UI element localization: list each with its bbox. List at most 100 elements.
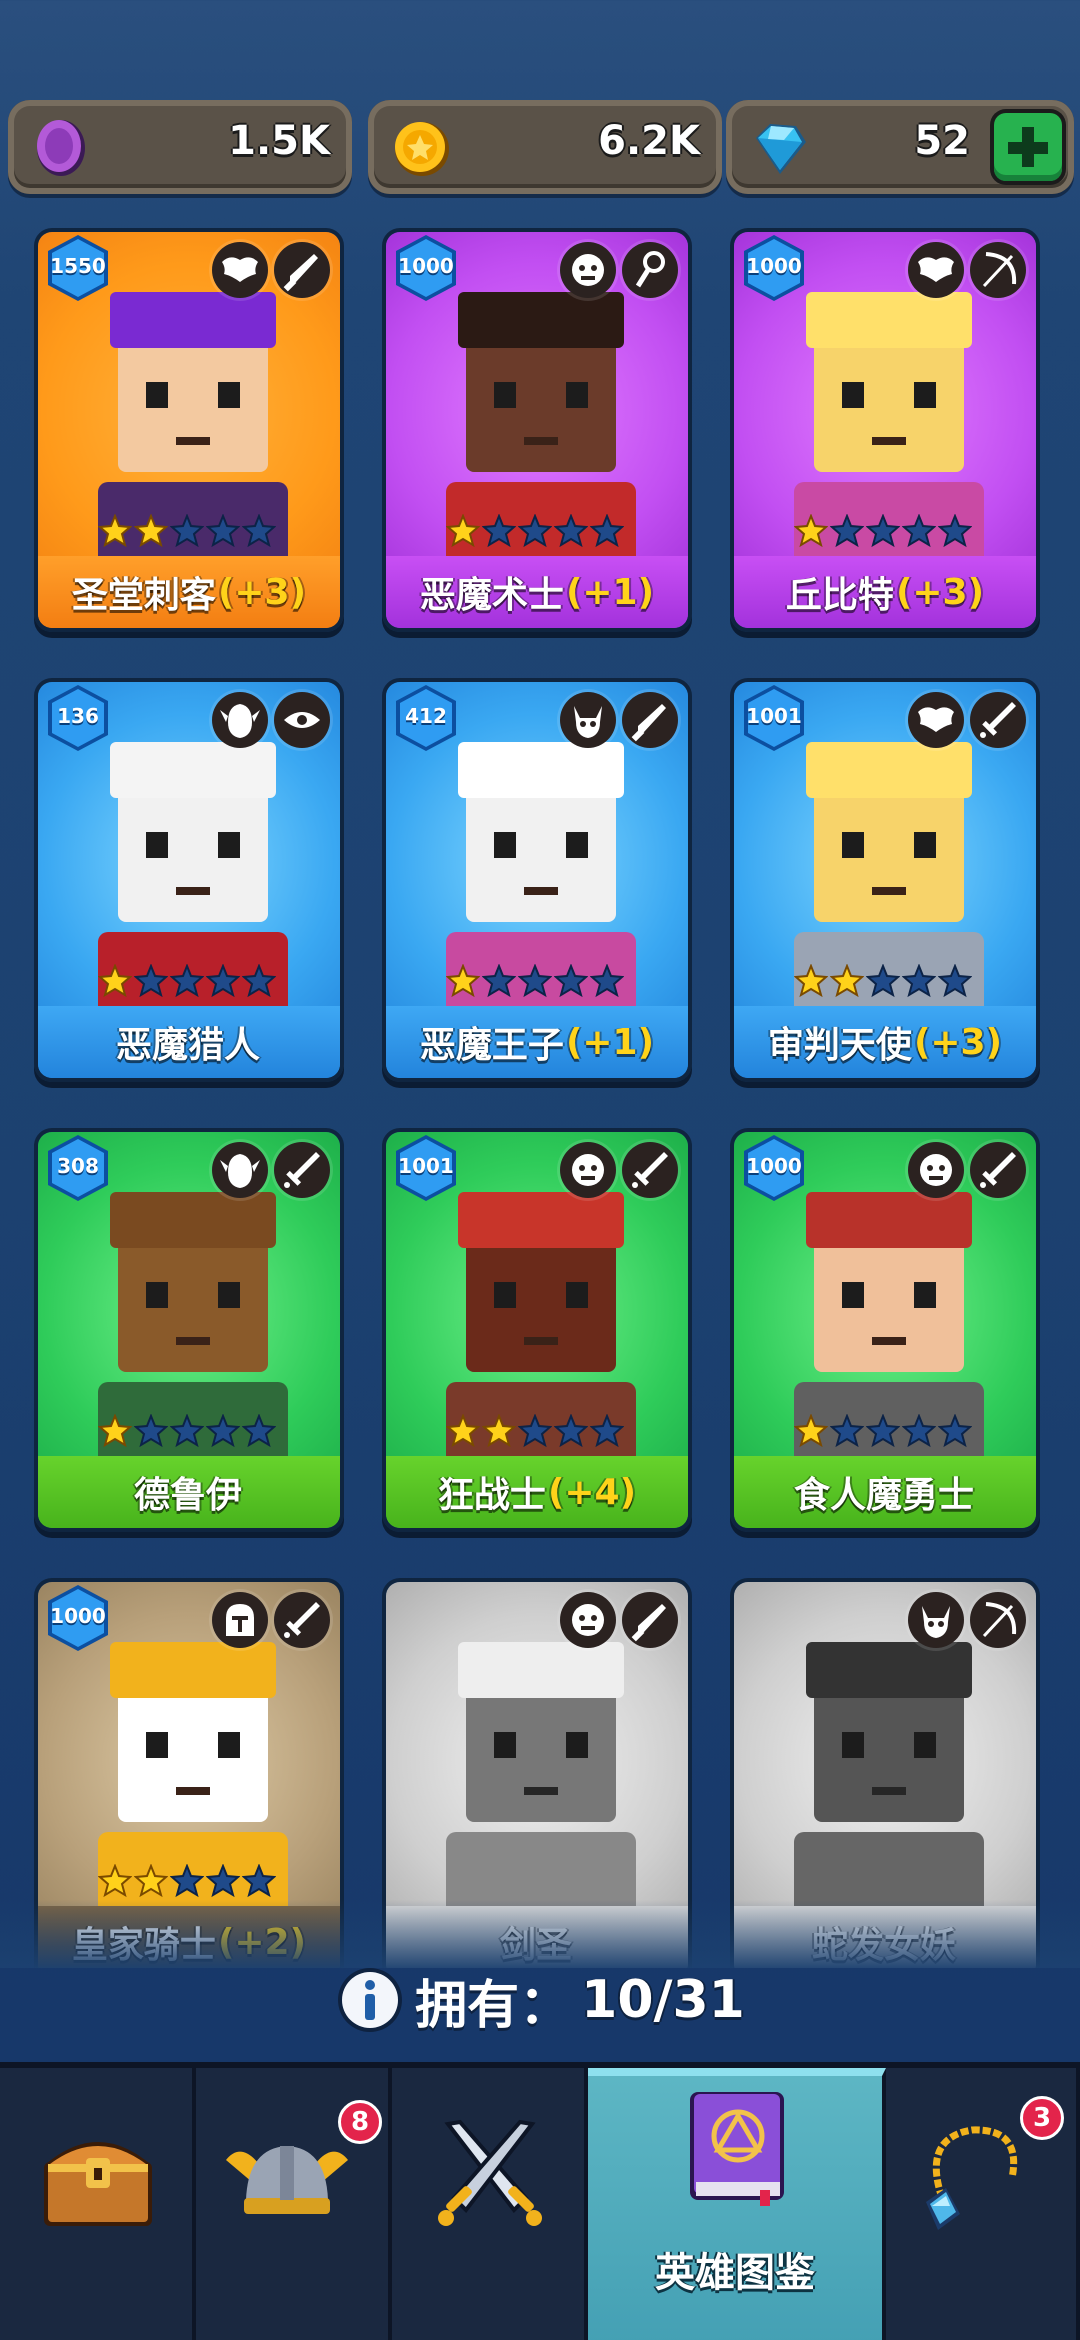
codex-tab-label: 英雄图鉴: [655, 2250, 815, 2296]
hero-level: 1000: [398, 254, 454, 278]
gem-counter[interactable]: 52: [726, 100, 1074, 194]
hero-class-icons: [560, 1592, 678, 1648]
hero-level-badge: 1001: [390, 1132, 462, 1204]
hero-name-bar: 恶魔术士 (+1): [386, 556, 688, 628]
hero-card[interactable]: 1000 恶魔术士 (+1): [382, 228, 692, 632]
hero-level-badge: 412: [390, 682, 462, 754]
hero-level-badge: 1000: [738, 232, 810, 304]
star-rating: [794, 1414, 972, 1448]
hero-card[interactable]: 1000 食人魔勇士: [730, 1128, 1040, 1532]
tab-battle[interactable]: [392, 2068, 588, 2340]
hero-name-bar: 恶魔王子 (+1): [386, 1006, 688, 1078]
star-empty-icon: [554, 964, 588, 998]
hero-bonus: (+1): [565, 571, 655, 613]
star-rating: [98, 1414, 276, 1448]
star-empty-icon: [518, 1414, 552, 1448]
star-empty-icon: [938, 514, 972, 548]
star-empty-icon: [242, 1864, 276, 1898]
star-empty-icon: [590, 964, 624, 998]
gem-value: 52: [914, 118, 970, 164]
star-filled-icon: [134, 514, 168, 548]
dagger-icon: [622, 692, 678, 748]
hero-bonus: (+3): [913, 1021, 1003, 1063]
star-filled-icon: [98, 964, 132, 998]
star-filled-icon: [98, 1864, 132, 1898]
hero-card[interactable]: 1000 丘比特 (+3): [730, 228, 1040, 632]
equipment-notification-badge: 3: [1020, 2096, 1064, 2140]
elf-icon: [212, 692, 268, 748]
hero-name: 食人魔勇士: [793, 1475, 974, 1516]
hero-class-icons: [560, 692, 678, 748]
purple-coin-icon: [37, 120, 85, 176]
add-gems-button[interactable]: [994, 113, 1062, 181]
hero-name-bar: 丘比特 (+3): [734, 556, 1036, 628]
wings-icon: [212, 242, 268, 298]
hero-name-bar: 狂战士 (+4): [386, 1456, 688, 1528]
hero-card[interactable]: 1001 狂战士 (+4): [382, 1128, 692, 1532]
star-empty-icon: [242, 1414, 276, 1448]
star-rating: [98, 1864, 276, 1898]
hero-level: 1550: [50, 254, 106, 278]
star-empty-icon: [170, 514, 204, 548]
purple-coin-counter[interactable]: 1.5K: [8, 100, 352, 194]
star-filled-icon: [446, 964, 480, 998]
spellbook-icon: [690, 2092, 784, 2206]
owned-count-row: 拥有： 10/31: [0, 1958, 1080, 2042]
star-rating: [794, 964, 972, 998]
hero-level: 1000: [50, 1604, 106, 1628]
info-icon[interactable]: [335, 1965, 405, 2035]
hero-card[interactable]: 1001 审判天使 (+3): [730, 678, 1040, 1082]
amulet-icon: [926, 2126, 1018, 2230]
owned-label: 拥有：: [415, 1975, 572, 2036]
hero-level-badge: 1000: [738, 1132, 810, 1204]
hero-level-badge: 136: [42, 682, 114, 754]
star-filled-icon: [98, 1414, 132, 1448]
tab-shop[interactable]: [0, 2068, 196, 2340]
star-empty-icon: [554, 1414, 588, 1448]
star-rating: [446, 1414, 624, 1448]
hero-level-badge: 1001: [738, 682, 810, 754]
star-rating: [446, 514, 624, 548]
hero-card[interactable]: 136 恶魔猎人: [34, 678, 344, 1082]
treasure-chest-icon: [44, 2142, 152, 2226]
hero-bonus: (+1): [565, 1021, 655, 1063]
hero-card[interactable]: 308 德鲁伊: [34, 1128, 344, 1532]
tab-heroes[interactable]: 8: [196, 2068, 392, 2340]
hero-level: 1000: [746, 1154, 802, 1178]
hero-name: 丘比特: [785, 575, 894, 616]
star-empty-icon: [938, 1414, 972, 1448]
hero-name: 狂战士: [437, 1475, 546, 1516]
gold-coin-icon: [395, 122, 449, 176]
hero-card[interactable]: 1550 圣堂刺客 (+3): [34, 228, 344, 632]
demon-icon: [908, 1592, 964, 1648]
hero-name-bar: 审判天使 (+3): [734, 1006, 1036, 1078]
gold-coin-counter[interactable]: 6.2K: [368, 100, 722, 194]
hero-level: 308: [57, 1154, 99, 1178]
hero-level: 1001: [746, 704, 802, 728]
hero-card[interactable]: 412 恶魔王子 (+1): [382, 678, 692, 1082]
star-rating: [98, 514, 276, 548]
bottom-nav: 8 英雄图鉴 3: [0, 2062, 1080, 2340]
hero-name-bar: 德鲁伊: [38, 1456, 340, 1528]
star-empty-icon: [830, 1414, 864, 1448]
diamond-icon: [756, 124, 806, 174]
star-filled-icon: [794, 514, 828, 548]
tab-codex[interactable]: 英雄图鉴: [588, 2068, 886, 2340]
star-empty-icon: [134, 1414, 168, 1448]
sword-icon: [970, 692, 1026, 748]
elf-icon: [212, 1142, 268, 1198]
star-empty-icon: [590, 514, 624, 548]
orc-icon: [560, 242, 616, 298]
hero-name: 德鲁伊: [133, 1475, 242, 1516]
hero-level-badge: 1550: [42, 232, 114, 304]
tab-equipment[interactable]: 3: [886, 2068, 1080, 2340]
star-empty-icon: [206, 514, 240, 548]
orc-icon: [908, 1142, 964, 1198]
orc-icon: [560, 1592, 616, 1648]
star-empty-icon: [830, 514, 864, 548]
hero-grid: 1550 圣堂刺客 (+3) 1000 恶魔术士 (+1) 1000 丘比特 (…: [0, 228, 1080, 1968]
hero-class-icons: [908, 692, 1026, 748]
hero-name: 恶魔猎人: [115, 1025, 260, 1066]
star-filled-icon: [482, 1414, 516, 1448]
star-empty-icon: [206, 1864, 240, 1898]
